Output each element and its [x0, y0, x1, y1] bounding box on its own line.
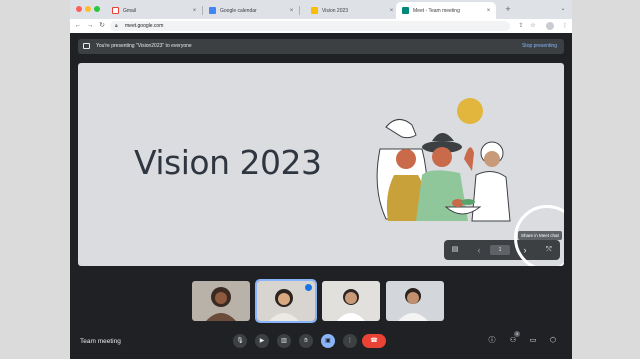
maximize-window-button[interactable] — [94, 6, 100, 12]
present-icon: ▣ — [325, 338, 331, 344]
lock-icon: 🔒︎ — [115, 23, 118, 29]
back-icon[interactable]: ← — [73, 20, 83, 32]
person-silhouette — [337, 289, 365, 321]
tab-calendar[interactable]: Google calendar × — [203, 2, 300, 19]
end-call-icon: ☎︎ — [370, 338, 378, 344]
reload-icon[interactable]: ↻ — [97, 20, 107, 32]
camera-icon: ▶ — [259, 338, 265, 344]
browser-window: Gmail × Google calendar × Vision 2023 × … — [70, 0, 572, 359]
slides-icon — [311, 7, 318, 14]
tab-label: Vision 2023 — [322, 7, 349, 14]
meet-icon — [402, 7, 409, 14]
participant-tile-1[interactable] — [192, 281, 250, 321]
tab-label: Gmail — [123, 7, 137, 14]
slide-title: Vision 2023 — [134, 143, 322, 182]
tab-search-icon[interactable]: ⌄ — [558, 4, 568, 14]
more-options-button[interactable]: ⋮ — [343, 334, 357, 348]
active-speaker-icon — [305, 284, 312, 291]
hand-icon: ✋︎ — [304, 338, 308, 344]
new-tab-button[interactable]: + — [502, 3, 514, 15]
person-silhouette — [206, 287, 236, 321]
participant-tile-3[interactable] — [322, 281, 380, 321]
share-icon[interactable]: ⇪ — [516, 21, 526, 31]
leave-call-button[interactable]: ☎︎ — [362, 334, 386, 348]
speaker-notes-icon[interactable]: ▤ — [448, 243, 462, 257]
participant-tile-2[interactable] — [255, 279, 317, 323]
people-count-badge: 4 — [514, 331, 520, 337]
camera-button[interactable]: ▶ — [255, 334, 269, 348]
browser-toolbar: ← → ↻ 🔒︎ meet.google.com ⇪ ☆ ⋮ — [70, 19, 572, 33]
microphone-button[interactable]: 🎙︎ — [233, 334, 247, 348]
present-icon — [83, 43, 90, 49]
people-icon[interactable]: ⚇ — [508, 336, 518, 346]
tab-separator — [299, 6, 300, 15]
tab-label: Meet - Team meeting — [413, 7, 460, 14]
tab-slides[interactable]: Vision 2023 × — [305, 2, 399, 19]
tab-strip: Gmail × Google calendar × Vision 2023 × … — [70, 0, 572, 19]
calendar-icon — [209, 7, 216, 14]
participant-tile-4[interactable] — [386, 281, 444, 321]
present-button[interactable]: ▣ — [321, 334, 335, 348]
profile-avatar[interactable] — [546, 22, 554, 30]
stop-presenting-button[interactable]: Stop presenting — [522, 39, 557, 54]
people-illustration — [376, 98, 511, 222]
tab-label: Google calendar — [220, 7, 257, 14]
tab-meet[interactable]: Meet - Team meeting × — [396, 2, 496, 19]
close-icon[interactable]: × — [387, 8, 396, 14]
forward-icon[interactable]: → — [85, 20, 95, 32]
close-icon[interactable]: × — [190, 8, 199, 14]
minimize-window-button[interactable] — [85, 6, 91, 12]
chat-icon[interactable]: ▭ — [528, 336, 538, 346]
presenting-message: You're presenting "Vision2023" to everyo… — [96, 43, 192, 49]
previous-slide-button[interactable]: ‹ — [472, 243, 486, 257]
more-icon[interactable]: ⋮ — [560, 21, 570, 31]
sun-shape — [457, 98, 483, 124]
meeting-name: Team meeting — [80, 338, 121, 345]
info-icon[interactable]: ⓘ — [487, 336, 497, 346]
close-window-button[interactable] — [76, 6, 82, 12]
more-icon: ⋮ — [347, 338, 353, 344]
presenting-banner: You're presenting "Vision2023" to everyo… — [78, 39, 564, 54]
raise-hand-button[interactable]: ✋︎ — [299, 334, 313, 348]
star-icon[interactable]: ☆ — [528, 21, 538, 31]
tab-gmail[interactable]: Gmail × — [106, 2, 203, 19]
gmail-icon — [112, 7, 119, 14]
presentation-stage: Vision 2023 ▤ ‹ 1 › ⤲ Share in Meet chat — [78, 63, 564, 266]
slide-page-number[interactable]: 1 — [490, 245, 510, 255]
captions-icon: ▥ — [281, 338, 287, 344]
microphone-icon: 🎙︎ — [236, 338, 244, 344]
captions-button[interactable]: ▥ — [277, 334, 291, 348]
close-icon[interactable]: × — [484, 8, 493, 14]
close-icon[interactable]: × — [287, 8, 296, 14]
person-silhouette — [398, 288, 428, 321]
activities-icon[interactable]: ⬡ — [548, 336, 558, 346]
url-text: meet.google.com — [125, 23, 164, 29]
address-bar[interactable]: 🔒︎ meet.google.com — [110, 21, 510, 31]
